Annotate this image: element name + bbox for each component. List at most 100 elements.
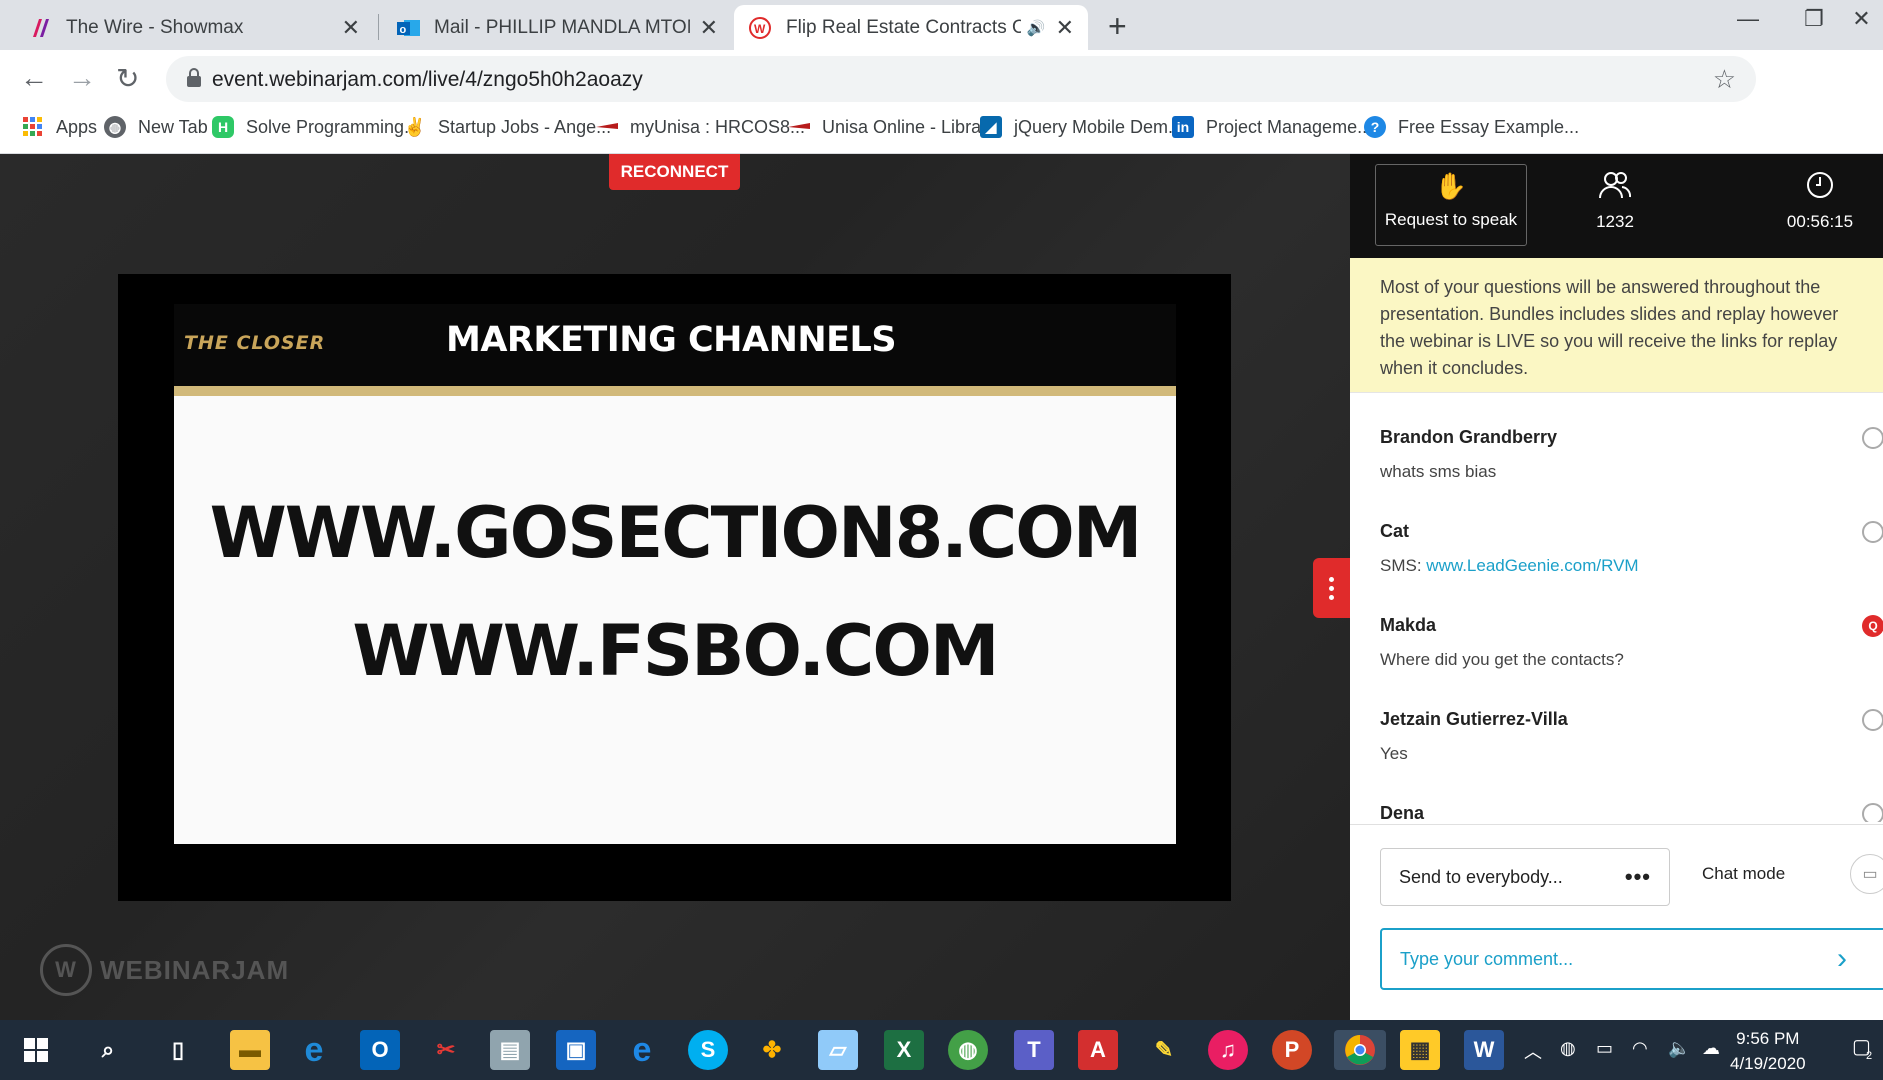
question-toggle-icon[interactable] (1862, 803, 1883, 822)
windows-start-icon[interactable] (16, 1030, 56, 1070)
globe-icon: ◍ (104, 116, 126, 138)
dot-icon (1329, 594, 1334, 600)
watermark-text: WEBINARJAM (100, 954, 290, 985)
tab-mail[interactable]: o Mail - PHILLIP MANDLA MTOMBENI ✕ (382, 5, 732, 50)
notepad-icon[interactable]: ▱ (818, 1030, 858, 1070)
close-tab-icon[interactable]: ✕ (1056, 15, 1074, 41)
chat-text: Where did you get the contacts? (1380, 650, 1624, 669)
windows-taskbar: ⌕ ▯ ▬ e O ✂ ▤ ▣ e S ✤ ▱ X ◍ T A ✎ ♫ P ▦ … (0, 1020, 1883, 1080)
close-tab-icon[interactable]: ✕ (700, 15, 718, 41)
chat-panel: ✋ Request to speak 1232 00:56:15 Most of… (1350, 154, 1883, 1020)
chat-bubble-icon[interactable]: ▭ (1850, 854, 1883, 894)
reload-icon[interactable]: ↻ (116, 62, 139, 95)
omnibox[interactable]: event.webinarjam.com/live/4/zngo5h0h2aoa… (166, 56, 1756, 102)
teams-icon[interactable]: T (1014, 1030, 1054, 1070)
attendee-count-value: 1232 (1596, 212, 1634, 231)
forward-arrow-icon[interactable]: → (68, 62, 96, 94)
panel-toggle-button[interactable] (1313, 558, 1350, 618)
svg-text:W: W (754, 22, 766, 36)
new-tab-button[interactable]: + (1108, 8, 1127, 45)
more-options-icon[interactable]: ••• (1625, 864, 1651, 890)
file-explorer-icon[interactable]: ▬ (230, 1030, 270, 1070)
speaker-icon[interactable]: 🔊 (1027, 19, 1046, 37)
url-text[interactable]: event.webinarjam.com/live/4/zngo5h0h2aoa… (212, 68, 643, 92)
clock-time: 9:56 PM (1736, 1029, 1800, 1048)
remote-desktop-icon[interactable]: ▣ (556, 1030, 596, 1070)
slide-line: WWW.FSBO.COM (352, 610, 999, 692)
onedrive-icon[interactable]: ☁ (1702, 1038, 1720, 1059)
slide-line: WWW.GOSECTION8.COM (209, 492, 1143, 574)
request-to-speak-button[interactable]: ✋ Request to speak (1375, 164, 1527, 246)
back-arrow-icon[interactable]: ← (20, 62, 48, 94)
reconnect-button[interactable]: RECONNECT (609, 154, 740, 190)
question-toggle-icon[interactable] (1862, 709, 1883, 731)
skype-icon[interactable]: S (688, 1030, 728, 1070)
pinwheel-app-icon[interactable]: ✤ (752, 1030, 792, 1070)
tray-chevron-icon[interactable]: ︿ (1524, 1038, 1542, 1064)
panel-top-bar: ✋ Request to speak 1232 00:56:15 (1350, 154, 1883, 258)
tab-webinar[interactable]: W Flip Real Estate Contracts Of 🔊 ✕ (734, 5, 1088, 50)
chrome-icon[interactable] (1334, 1030, 1386, 1070)
chat-link[interactable]: www.LeadGeenie.com/RVM (1426, 556, 1638, 575)
bookmark-apps[interactable]: Apps (22, 116, 97, 138)
bookmark-new-tab[interactable]: ◍ New Tab (104, 116, 208, 138)
question-toggle-icon[interactable] (1862, 521, 1883, 543)
bookmark-myunisa[interactable]: myUnisa : HRCOS8... (596, 116, 805, 138)
file-app-icon[interactable]: ▦ (1400, 1030, 1440, 1070)
volume-icon[interactable]: 🔈 (1668, 1038, 1690, 1059)
bookmark-label: Project Manageme... (1206, 116, 1373, 137)
bookmark-solve-programming[interactable]: H Solve Programming... (212, 116, 419, 138)
unisa-icon (788, 116, 810, 138)
bookmark-startup-jobs[interactable]: ✌ Startup Jobs - Ange... (404, 116, 611, 138)
webinarjam-icon: W (748, 16, 772, 40)
bookmark-label: Free Essay Example... (1398, 116, 1580, 137)
showmax-icon (28, 16, 52, 40)
send-to-dropdown[interactable]: Send to everybody... ••• (1380, 848, 1670, 906)
bookmark-free-essay[interactable]: ? Free Essay Example... (1364, 116, 1579, 138)
comment-input[interactable] (1400, 948, 1840, 970)
network-globe-icon[interactable]: ◍ (1560, 1038, 1576, 1059)
tab-title: The Wire - Showmax (66, 16, 244, 38)
send-chevron-icon[interactable]: › (1837, 942, 1847, 976)
bookmark-jquery-mobile[interactable]: ◢ jQuery Mobile Dem... (980, 116, 1183, 138)
chat-author: Brandon Grandberry (1380, 427, 1558, 447)
close-window-button[interactable]: ✕ (1840, 6, 1883, 32)
bookmark-unisa-online[interactable]: Unisa Online - Libra... (788, 116, 996, 138)
minimize-button[interactable]: — (1718, 6, 1778, 32)
word-icon[interactable]: W (1464, 1030, 1504, 1070)
apps-grid-icon (22, 116, 44, 138)
bookmark-star-icon[interactable]: ☆ (1713, 64, 1736, 95)
chat-author: Makda (1380, 615, 1437, 635)
address-bar-row: ← → ↻ event.webinarjam.com/live/4/zngo5h… (0, 50, 1883, 146)
powerpoint-icon[interactable]: P (1272, 1030, 1312, 1070)
task-view-icon[interactable]: ▯ (158, 1030, 198, 1070)
sticky-app-icon[interactable]: ✎ (1144, 1030, 1184, 1070)
close-tab-icon[interactable]: ✕ (342, 15, 360, 41)
edge-icon[interactable]: e (622, 1030, 662, 1070)
itunes-icon[interactable]: ♫ (1208, 1030, 1248, 1070)
battery-icon[interactable]: ▭ (1596, 1038, 1613, 1059)
outlook-icon[interactable]: O (360, 1030, 400, 1070)
slide-header: THE CLOSER MARKETING CHANNELS (174, 304, 1176, 386)
chat-author: Jetzain Gutierrez-Villa (1380, 709, 1568, 729)
raised-hand-icon: ✋ (1434, 171, 1468, 201)
tab-title: Flip Real Estate Contracts Of (786, 16, 1021, 38)
maximize-button[interactable]: ❐ (1784, 6, 1844, 32)
excel-icon[interactable]: X (884, 1030, 924, 1070)
hackerrank-icon: H (212, 116, 234, 138)
question-badge-icon[interactable]: Q (1862, 615, 1883, 637)
chat-message-list[interactable]: Brandon Grandberry whats sms bias Cat SM… (1350, 392, 1883, 822)
question-toggle-icon[interactable] (1862, 427, 1883, 449)
globe-app-icon[interactable]: ◍ (948, 1030, 988, 1070)
wifi-icon[interactable]: ◠ (1632, 1038, 1648, 1059)
tab-the-wire[interactable]: The Wire - Showmax ✕ (14, 5, 374, 50)
bookmark-project-management[interactable]: in Project Manageme... (1172, 116, 1372, 138)
comment-box[interactable]: › (1380, 928, 1883, 990)
search-icon[interactable]: ⌕ (88, 1030, 128, 1070)
acrobat-icon[interactable]: A (1078, 1030, 1118, 1070)
internet-explorer-icon[interactable]: e (294, 1030, 334, 1070)
clock-icon (1750, 170, 1883, 204)
system-clock[interactable]: 9:56 PM 4/19/2020 (1730, 1026, 1806, 1076)
app-icon[interactable]: ▤ (490, 1030, 530, 1070)
snip-tool-icon[interactable]: ✂ (426, 1030, 466, 1070)
